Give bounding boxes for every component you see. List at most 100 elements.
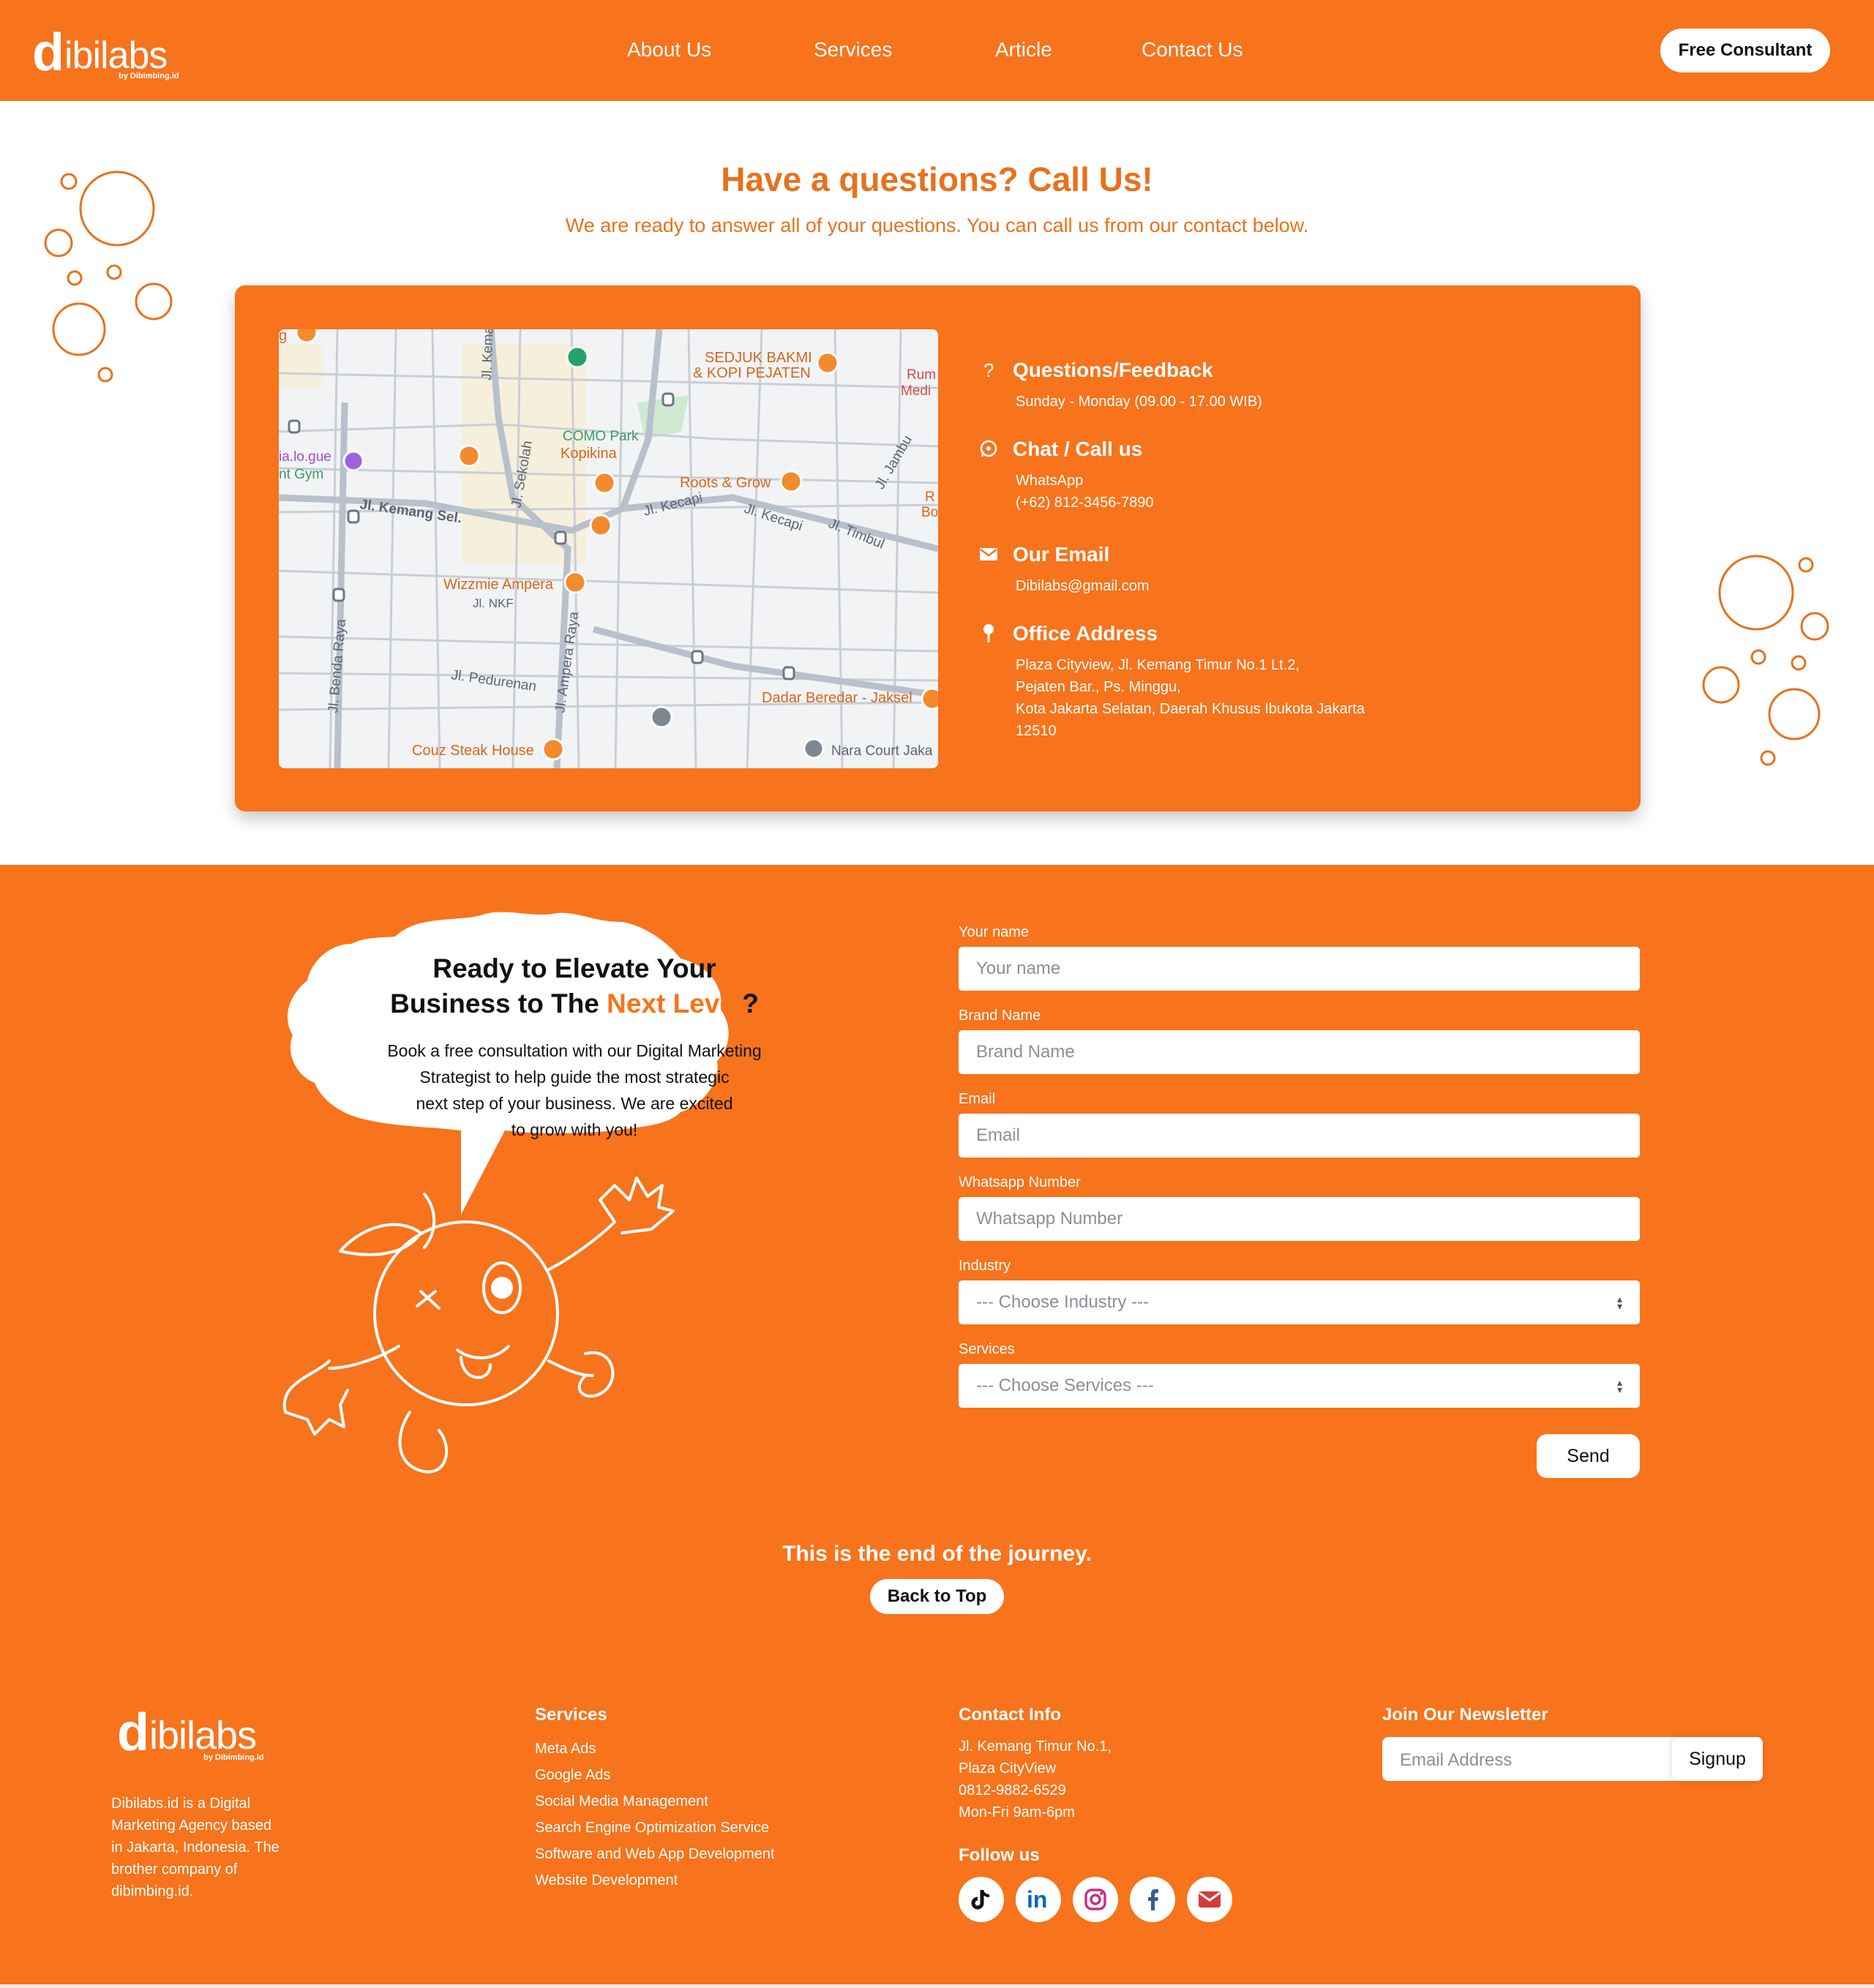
- footer-contact-line: Plaza CityView: [959, 1760, 1057, 1777]
- select-arrows-icon: ▴ ▾: [1616, 1293, 1622, 1312]
- nav-contact-us[interactable]: Contact Us: [1142, 38, 1243, 61]
- map-label-medi: Medi: [901, 383, 931, 399]
- footer-service-link[interactable]: Social Media Management: [535, 1788, 775, 1815]
- location-pin-icon: [983, 624, 994, 642]
- footer-logo-byline: by Dibimbing.id: [203, 1753, 264, 1762]
- footer-services: Services Meta Ads Google Ads Social Medi…: [535, 1705, 775, 1894]
- back-to-top-button[interactable]: Back to Top: [870, 1579, 1004, 1614]
- svg-text:in: in: [1027, 1886, 1047, 1913]
- consultation-form: Your name Brand Name Email Whatsapp Numb…: [959, 923, 1640, 1424]
- question-icon: ?: [983, 359, 994, 380]
- name-input[interactable]: [959, 947, 1640, 991]
- logo-glyph: d: [32, 23, 64, 82]
- navbar: d ibilabs by Dibimbing.id About Us Servi…: [0, 0, 1874, 101]
- location-map[interactable]: Jl. Kemang Sel. Jl. Kecapi Jl. Kecapi Jl…: [279, 329, 938, 768]
- newsletter-title: Join Our Newsletter: [1382, 1705, 1548, 1725]
- signup-button[interactable]: Signup: [1672, 1737, 1763, 1781]
- map-label-nara: Nara Court Jaka: [831, 743, 933, 759]
- map-label-bakmi-2: & KOPI PEJATEN: [693, 365, 811, 381]
- decorative-bubbles-right: [1702, 555, 1829, 766]
- linkedin-icon[interactable]: in: [1016, 1877, 1061, 1922]
- address-line-3: Kota Jakarta Selatan, Daerah Khusus Ibuk…: [1016, 701, 1365, 717]
- name-label: Your name: [959, 924, 1029, 940]
- follow-us-title: Follow us: [959, 1845, 1040, 1865]
- footer-contact-hours: Mon-Fri 9am-6pm: [959, 1804, 1075, 1820]
- contact-card: Jl. Kemang Sel. Jl. Kecapi Jl. Kecapi Jl…: [235, 285, 1641, 811]
- footer-service-link[interactable]: Website Development: [535, 1867, 775, 1894]
- email-input[interactable]: [959, 1114, 1640, 1158]
- nav-services[interactable]: Services: [814, 38, 995, 61]
- services-select[interactable]: --- Choose Services --- ▴ ▾: [959, 1364, 1640, 1408]
- footer-services-title: Services: [535, 1705, 607, 1725]
- free-consultant-button[interactable]: Free Consultant: [1660, 29, 1830, 72]
- email-icon[interactable]: [1187, 1877, 1232, 1922]
- tiktok-icon[interactable]: [959, 1877, 1004, 1922]
- info-questions-title: Questions/Feedback: [1013, 359, 1213, 381]
- end-of-journey-text: This is the end of the journey.: [782, 1542, 1092, 1566]
- info-chat-phone[interactable]: (+62) 812-3456-7890: [1016, 495, 1153, 511]
- footer-contact: Contact Info Jl. Kemang Timur No.1, Plaz…: [959, 1705, 1112, 1823]
- whatsapp-input[interactable]: [959, 1197, 1640, 1241]
- whatsapp-label: Whatsapp Number: [959, 1174, 1081, 1190]
- logo-byline: by Dibimbing.id: [119, 72, 179, 80]
- consult-heading-line2: Business to The: [390, 989, 607, 1019]
- consult-desc-line-1: Book a free consultation with our Digita…: [387, 1041, 762, 1060]
- consult-desc-line-4: to grow with you!: [511, 1120, 638, 1139]
- footer-service-link[interactable]: Meta Ads: [535, 1736, 775, 1762]
- address-line-1: Plaza Cityview, Jl. Kemang Timur No.1 Lt…: [1016, 657, 1300, 673]
- services-label: Services: [959, 1341, 1015, 1357]
- info-questions-hours: Sunday - Monday (09.00 - 17.00 WIB): [1016, 394, 1262, 410]
- map-label-kema: Jl. Kema: [479, 329, 497, 380]
- footer-contact-line: Jl. Kemang Timur No.1,: [959, 1738, 1112, 1755]
- address-line-2: Pejaten Bar., Ps. Minggu,: [1016, 679, 1181, 695]
- consult-heading-suffix: ?: [742, 989, 759, 1019]
- consult-heading: Ready to Elevate Your Business to The Ne…: [329, 951, 820, 1021]
- info-address-title: Office Address: [1013, 622, 1158, 645]
- social-links: in: [959, 1877, 1244, 1922]
- brand-input[interactable]: [959, 1030, 1640, 1074]
- send-button[interactable]: Send: [1537, 1434, 1640, 1478]
- map-label-roots: Roots & Grow: [680, 475, 771, 491]
- info-chat-title: Chat / Call us: [1013, 438, 1143, 460]
- contact-title: Have a questions? Call Us!: [721, 160, 1153, 198]
- map-label-rum: Rum: [907, 367, 936, 383]
- footer-service-link[interactable]: Search Engine Optimization Service: [535, 1815, 775, 1841]
- footer-contact-phone[interactable]: 0812-9882-6529: [959, 1779, 1112, 1801]
- industry-label: Industry: [959, 1258, 1011, 1274]
- facebook-icon[interactable]: [1130, 1877, 1175, 1922]
- services-select-value: --- Choose Services ---: [976, 1376, 1154, 1395]
- map-label-nkf: Jl. NKF: [473, 596, 514, 610]
- map-label-g: g: [279, 329, 287, 344]
- svg-text:?: ?: [983, 359, 994, 380]
- main-nav: About Us Services Article Contact Us: [627, 38, 1243, 61]
- footer-logo-glyph: d: [117, 1703, 149, 1762]
- instagram-icon[interactable]: [1073, 1877, 1118, 1922]
- footer-logo[interactable]: d ibilabs by Dibimbing.id: [117, 1696, 264, 1762]
- info-email-address[interactable]: Dibilabs@gmail.com: [1016, 575, 1150, 597]
- map-label-logue: ia.lo.gue: [279, 449, 331, 465]
- map-label-r: R: [925, 490, 935, 505]
- mail-icon: [980, 548, 997, 560]
- contact-subtitle: We are ready to answer all of your quest…: [565, 214, 1309, 236]
- info-address-lines: Plaza Cityview, Jl. Kemang Timur No.1 Lt…: [1016, 654, 1365, 742]
- consult-heading-line1: Ready to Elevate Your: [432, 953, 716, 983]
- info-chat-whatsapp: WhatsApp: [1016, 473, 1084, 489]
- footer-about-text: Dibilabs.id is a Digital Marketing Agenc…: [111, 1796, 280, 1899]
- consult-heading-highlight: Next Level: [607, 989, 743, 1019]
- footer-contact-title: Contact Info: [959, 1705, 1061, 1725]
- map-label-bakmi: SEDJUK BAKMI: [705, 350, 812, 366]
- decorative-bubbles-left: [44, 170, 173, 383]
- consult-desc-line-2: Strategist to help guide the most strate…: [419, 1068, 730, 1087]
- footer-service-link[interactable]: Google Ads: [535, 1762, 775, 1788]
- map-canvas[interactable]: Jl. Kemang Sel. Jl. Kecapi Jl. Kecapi Jl…: [279, 329, 938, 768]
- map-label-kopikina: Kopikina: [561, 446, 618, 462]
- footer-service-link[interactable]: Software and Web App Development: [535, 1841, 775, 1867]
- map-label-bo: Bo: [921, 505, 938, 520]
- map-label-wizzmie: Wizzmie Ampera: [443, 577, 554, 593]
- brand-logo[interactable]: d ibilabs by Dibimbing.id: [32, 16, 179, 82]
- newsletter-email-input[interactable]: Email Address: [1400, 1750, 1512, 1771]
- industry-select[interactable]: --- Choose Industry --- ▴ ▾: [959, 1280, 1640, 1324]
- nav-about-us[interactable]: About Us: [627, 38, 814, 61]
- info-chat-lines: WhatsApp (+62) 812-3456-7890: [1016, 470, 1153, 514]
- nav-article[interactable]: Article: [995, 38, 1142, 61]
